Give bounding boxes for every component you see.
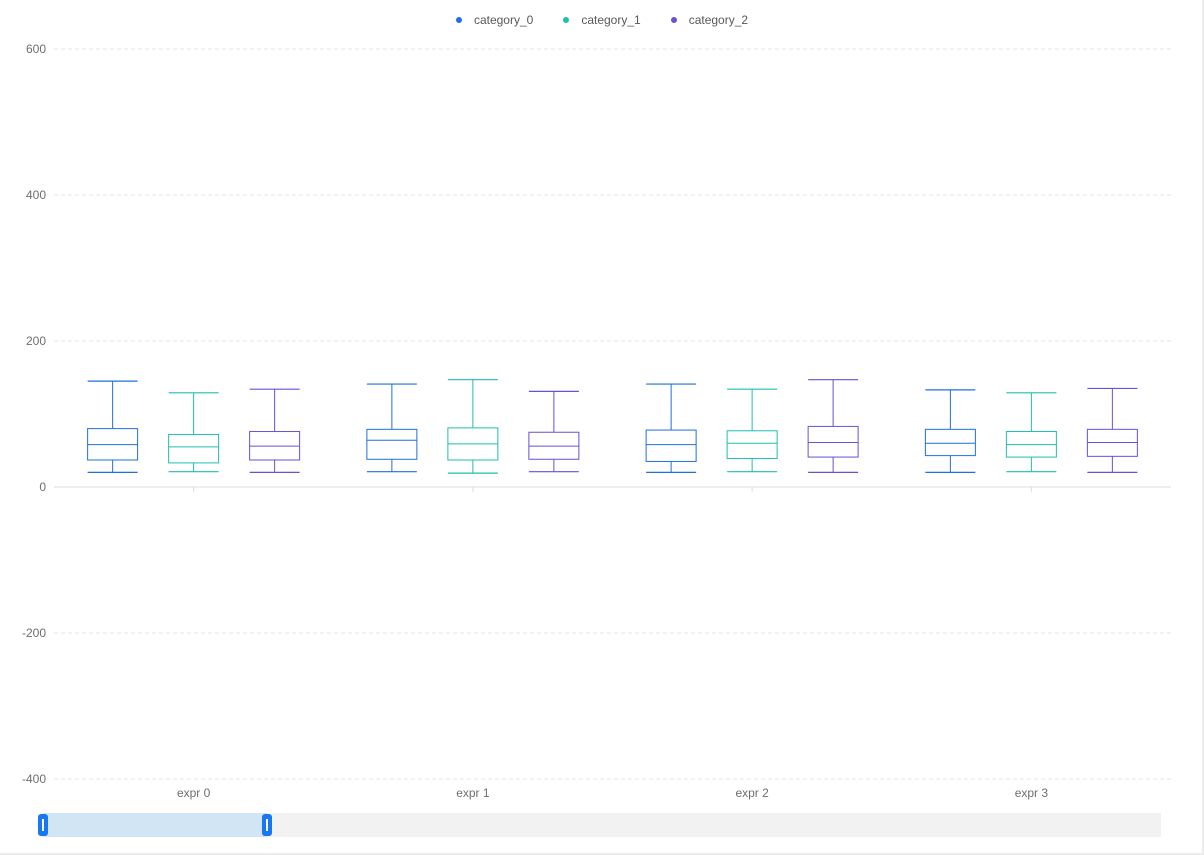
y-tick-label: -400 xyxy=(22,772,46,786)
y-tick-label: -200 xyxy=(22,626,46,640)
y-tick-label: 0 xyxy=(39,480,46,494)
box-iqr xyxy=(807,425,859,458)
box-iqr xyxy=(168,433,220,464)
box-iqr xyxy=(924,428,976,457)
zoom-end-handle[interactable] xyxy=(261,814,272,836)
box-iqr xyxy=(366,428,418,460)
x-tick-label: expr 3 xyxy=(1015,786,1049,800)
y-tick-label: 600 xyxy=(26,42,46,56)
data-zoom-window[interactable] xyxy=(43,813,267,837)
zoom-start-handle[interactable] xyxy=(38,814,48,836)
y-tick-label: 400 xyxy=(26,188,46,202)
box-iqr xyxy=(645,429,697,462)
data-zoom-slider[interactable] xyxy=(38,813,1161,837)
x-tick-label: expr 0 xyxy=(177,786,211,800)
box-plot: -400 -200 0 200 400 600 expr 0 expr 1 expr 2 expr… xyxy=(22,42,1171,800)
x-tick-label: expr 1 xyxy=(456,786,490,800)
box-iqr xyxy=(726,430,778,460)
y-tick-label: 200 xyxy=(26,334,46,348)
x-tick-label: expr 2 xyxy=(735,786,769,800)
